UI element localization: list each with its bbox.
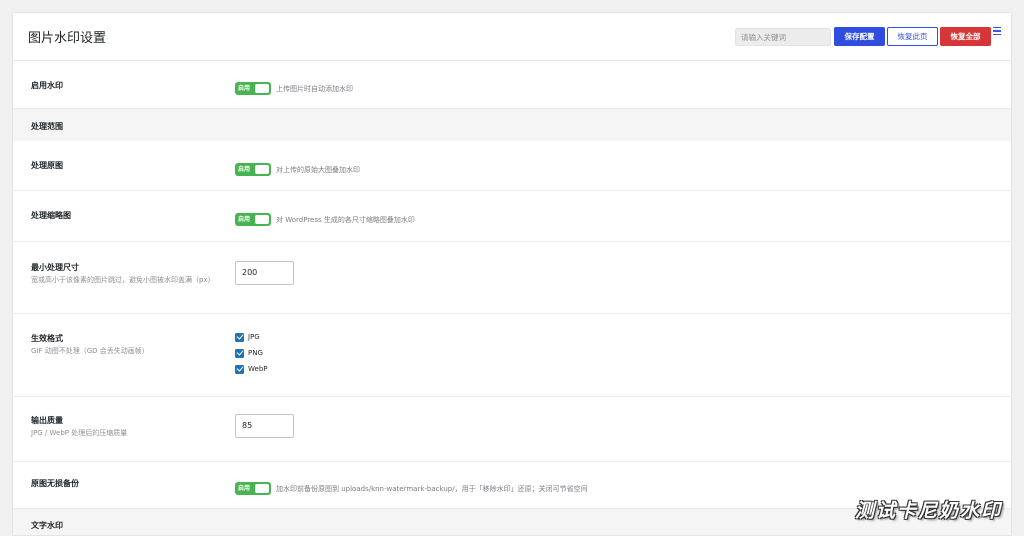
checkbox-checked-icon[interactable] bbox=[235, 364, 244, 374]
toggle-knob bbox=[255, 215, 269, 224]
toggle-knob bbox=[255, 484, 269, 493]
row-label: 最小处理尺寸 bbox=[31, 263, 79, 272]
section-title: 处理范围 bbox=[31, 122, 63, 131]
row-control: 启用 加水印前备份原图到 uploads/knn-watermark-backu… bbox=[235, 478, 588, 497]
row-description: 宽或高小于该像素的图片跳过，避免小图被水印盖满（px） bbox=[31, 276, 215, 284]
quality-input[interactable] bbox=[235, 413, 294, 438]
row-output-quality: 输出质量 JPG / WebP 处理后的压缩质量 bbox=[13, 397, 1011, 462]
toggle-label: 启用 bbox=[238, 166, 251, 173]
toggle-hint: 加水印前备份原图到 uploads/knn-watermark-backup/，… bbox=[276, 484, 588, 493]
checkbox-checked-icon[interactable] bbox=[235, 348, 244, 358]
search-input[interactable] bbox=[735, 28, 831, 46]
process-original-toggle[interactable]: 启用 bbox=[235, 163, 271, 176]
section-title: 文字水印 bbox=[31, 521, 63, 530]
panel-header: 图片水印设置 保存配置 恢复此页 恢复全部 bbox=[13, 13, 1011, 61]
row-control: 启用 对上传的原始大图叠加水印 bbox=[235, 159, 360, 178]
enable-watermark-toggle[interactable]: 启用 bbox=[235, 82, 271, 95]
row-process-thumbnails: 处理缩略图 启用 对 WordPress 生成的各尺寸缩略图叠加水印 bbox=[13, 191, 1011, 242]
row-label: 原图无损备份 bbox=[31, 479, 79, 488]
checkbox-checked-icon[interactable] bbox=[235, 332, 244, 342]
image-watermark-text: 测试卡尼奶水印 bbox=[854, 500, 1002, 522]
row-label: 处理原图 bbox=[31, 161, 63, 170]
toggle-hint: 对 WordPress 生成的各尺寸缩略图叠加水印 bbox=[276, 215, 415, 224]
format-option-webp[interactable]: WebP bbox=[235, 361, 267, 377]
row-control bbox=[235, 413, 294, 438]
row-control bbox=[235, 260, 294, 285]
row-formats: 生效格式 GIF 动图不处理（GD 会丢失动画帧） JPG PNG WebP bbox=[13, 314, 1011, 397]
checkbox-label: PNG bbox=[248, 349, 263, 357]
menu-icon[interactable] bbox=[993, 27, 1001, 36]
row-description: JPG / WebP 处理后的压缩质量 bbox=[31, 429, 128, 437]
row-control: 启用 上传图片时自动添加水印 bbox=[235, 78, 353, 97]
row-control: 启用 对 WordPress 生成的各尺寸缩略图叠加水印 bbox=[235, 209, 415, 228]
format-option-jpg[interactable]: JPG bbox=[235, 329, 267, 345]
toggle-label: 启用 bbox=[238, 85, 251, 92]
toggle-knob bbox=[255, 165, 269, 174]
row-label: 生效格式 bbox=[31, 334, 63, 343]
toggle-hint: 对上传的原始大图叠加水印 bbox=[276, 165, 360, 174]
row-process-original: 处理原图 启用 对上传的原始大图叠加水印 bbox=[13, 141, 1011, 191]
row-min-size: 最小处理尺寸 宽或高小于该像素的图片跳过，避免小图被水印盖满（px） bbox=[13, 242, 1011, 314]
settings-panel: 图片水印设置 保存配置 恢复此页 恢复全部 启用水印 启用 上传图片时自动添加水… bbox=[12, 12, 1012, 536]
row-label: 处理缩略图 bbox=[31, 211, 71, 220]
min-size-input[interactable] bbox=[235, 260, 294, 285]
restore-page-button[interactable]: 恢复此页 bbox=[887, 27, 938, 46]
toggle-label: 启用 bbox=[238, 216, 251, 223]
row-enable-watermark: 启用水印 启用 上传图片时自动添加水印 bbox=[13, 61, 1011, 109]
section-scope: 处理范围 bbox=[13, 109, 1011, 141]
toggle-hint: 上传图片时自动添加水印 bbox=[276, 84, 353, 93]
backup-toggle[interactable]: 启用 bbox=[235, 482, 271, 495]
toggle-label: 启用 bbox=[238, 485, 251, 492]
checkbox-label: JPG bbox=[248, 333, 260, 341]
checkbox-label: WebP bbox=[248, 365, 268, 373]
restore-all-button[interactable]: 恢复全部 bbox=[940, 27, 991, 46]
toggle-knob bbox=[255, 84, 269, 93]
format-option-png[interactable]: PNG bbox=[235, 345, 267, 361]
row-label: 输出质量 bbox=[31, 416, 63, 425]
save-config-button[interactable]: 保存配置 bbox=[834, 27, 885, 46]
page-title: 图片水印设置 bbox=[28, 31, 107, 46]
format-checkbox-group: JPG PNG WebP bbox=[235, 329, 267, 377]
row-label: 启用水印 bbox=[31, 81, 63, 90]
row-description: GIF 动图不处理（GD 会丢失动画帧） bbox=[31, 347, 149, 355]
process-thumbnails-toggle[interactable]: 启用 bbox=[235, 213, 271, 226]
